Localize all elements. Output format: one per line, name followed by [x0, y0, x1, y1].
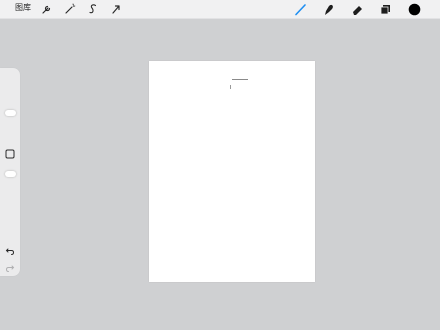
top-toolbar: 图库 — [0, 0, 440, 19]
redo-icon[interactable] — [4, 262, 16, 274]
wrench-icon[interactable] — [40, 2, 54, 16]
sidebar — [0, 68, 20, 276]
selection-s-icon[interactable] — [86, 2, 100, 16]
brush-stroke — [230, 85, 231, 89]
eraser-icon[interactable] — [350, 2, 364, 16]
smudge-icon[interactable] — [321, 2, 335, 16]
opacity-slider[interactable] — [5, 171, 16, 177]
brush-icon[interactable] — [293, 2, 307, 16]
brush-stroke — [232, 79, 248, 80]
brush-size-slider[interactable] — [5, 110, 16, 116]
drawing-canvas[interactable] — [149, 61, 315, 282]
color-swatch-icon[interactable] — [407, 2, 421, 16]
modify-square-icon[interactable] — [4, 148, 16, 160]
layers-icon[interactable] — [378, 2, 392, 16]
magic-wand-icon[interactable] — [63, 2, 77, 16]
undo-icon[interactable] — [4, 245, 16, 257]
gallery-button[interactable]: 图库 — [15, 3, 31, 13]
transform-arrow-icon[interactable] — [109, 2, 123, 16]
